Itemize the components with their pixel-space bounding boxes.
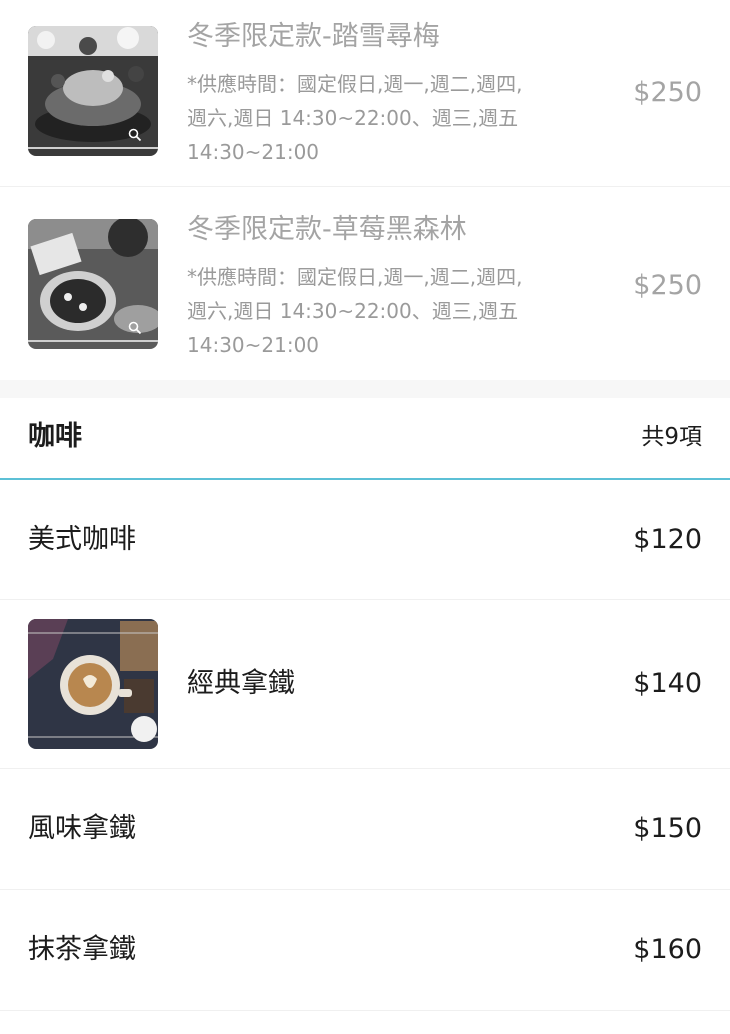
menu-item-americano[interactable]: 美式咖啡 $120	[0, 480, 730, 600]
zoom-icon	[128, 321, 142, 335]
cake-photo-thumbnail[interactable]	[28, 26, 158, 156]
item-description: *供應時間：國定假日,週一,週二,週四, 週六,週日 14:30~22:00、週…	[187, 265, 523, 357]
item-name: 經典拿鐵	[187, 668, 295, 699]
category-header-coffee: 咖啡 共9項	[0, 398, 730, 480]
item-name: 冬季限定款-踏雪尋梅	[187, 21, 440, 52]
category-title: 咖啡	[28, 421, 82, 452]
menu-item-flavored-latte[interactable]: 風味拿鐵 $150	[0, 769, 730, 890]
section-divider	[0, 380, 730, 398]
item-price: $120	[633, 524, 702, 555]
zoom-icon	[128, 128, 142, 142]
item-price: $140	[633, 668, 702, 699]
item-price: $250	[633, 270, 702, 301]
item-name: 美式咖啡	[28, 524, 136, 555]
item-price: $150	[633, 813, 702, 844]
menu-item-strawberry-black-forest[interactable]: 冬季限定款-草莓黑森林 *供應時間：國定假日,週一,週二,週四, 週六,週日 1…	[0, 187, 730, 380]
menu-item-matcha-latte[interactable]: 抹茶拿鐵 $160	[0, 890, 730, 1011]
menu-item-classic-latte[interactable]: 經典拿鐵 $140	[0, 600, 730, 769]
item-price: $250	[633, 77, 702, 108]
item-name: 冬季限定款-草莓黑森林	[187, 214, 467, 245]
item-name: 抹茶拿鐵	[28, 934, 136, 965]
item-name: 風味拿鐵	[28, 813, 136, 844]
cake-photo-thumbnail[interactable]	[28, 219, 158, 349]
latte-photo-thumbnail[interactable]	[28, 619, 158, 749]
item-description: *供應時間：國定假日,週一,週二,週四, 週六,週日 14:30~22:00、週…	[187, 72, 523, 164]
menu-item-snow-plum[interactable]: 冬季限定款-踏雪尋梅 *供應時間：國定假日,週一,週二,週四, 週六,週日 14…	[0, 0, 730, 187]
item-price: $160	[633, 934, 702, 965]
category-item-count: 共9項	[641, 424, 702, 450]
